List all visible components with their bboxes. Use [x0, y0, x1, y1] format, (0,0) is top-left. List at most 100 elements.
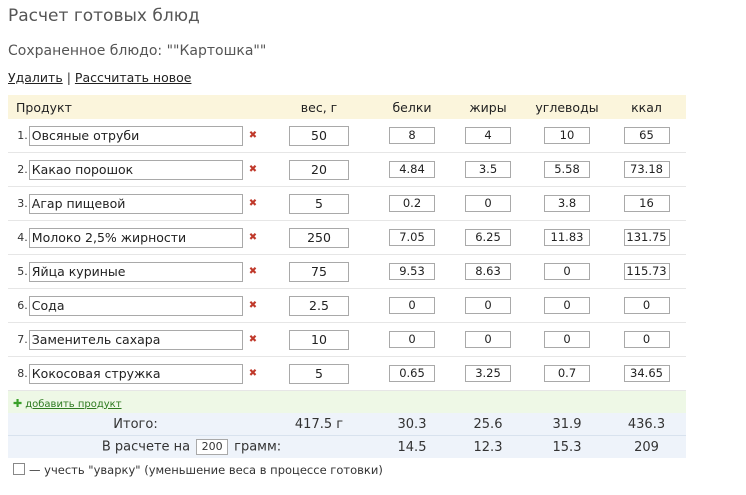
portion-label-after: грамм: — [234, 439, 282, 455]
table-row: 8. Кокосовая стружка ✖ 5 0.65 3.25 0.7 34.… — [8, 356, 686, 391]
boil-label: — учесть "уварку" (уменьшение веса в про… — [29, 463, 383, 477]
portion-grams-input[interactable]: 200 — [196, 439, 229, 455]
delete-x-icon[interactable]: ✖ — [249, 130, 257, 141]
weight-input[interactable]: 250 — [289, 227, 349, 248]
total-label: Итого: — [8, 413, 263, 436]
weight-input[interactable]: 10 — [289, 329, 349, 350]
add-product-row: ✚ добавить продукт — [8, 390, 686, 413]
total-carbs: 31.9 — [527, 413, 607, 436]
row-number: 2. — [17, 163, 28, 176]
header-kcal: ккал — [607, 95, 686, 119]
kcal-value: 131.75 — [623, 229, 670, 246]
fat-value: 8.63 — [465, 263, 511, 280]
table-row: 2. Какао порошок ✖ 20 4.84 3.5 5.58 73.18 — [8, 152, 686, 187]
header-fat: жиры — [449, 95, 527, 119]
product-name-input[interactable]: Молоко 2,5% жирности — [28, 227, 243, 248]
row-number: 7. — [17, 333, 28, 346]
plus-icon[interactable]: ✚ — [13, 397, 22, 410]
weight-input[interactable]: 20 — [289, 159, 349, 180]
row-number: 1. — [17, 129, 28, 142]
new-calc-link[interactable]: Рассчитать новое — [75, 70, 192, 85]
header-protein: белки — [375, 95, 449, 119]
portion-fat: 12.3 — [449, 435, 527, 458]
carbs-value: 10 — [544, 127, 590, 144]
product-name-input[interactable]: Яйца куриные — [28, 261, 243, 282]
portion-row: В расчете на 200 грамм: 14.5 12.3 15.3 209 — [8, 435, 686, 458]
carbs-value: 0.7 — [544, 365, 590, 382]
protein-value: 0 — [389, 297, 435, 314]
carbs-value: 0 — [544, 263, 590, 280]
table-header: Продукт вес, г белки жиры углеводы ккал — [8, 95, 686, 119]
boil-checkbox[interactable] — [13, 463, 25, 475]
calc-table: Продукт вес, г белки жиры углеводы ккал … — [8, 95, 686, 458]
product-name-input[interactable]: Кокосовая стружка — [28, 363, 243, 384]
product-name-input[interactable]: Овсяные отруби — [28, 125, 243, 146]
product-name-input[interactable]: Агар пищевой — [28, 193, 243, 214]
weight-input[interactable]: 2.5 — [289, 295, 349, 316]
kcal-value: 0 — [623, 297, 670, 314]
delete-x-icon[interactable]: ✖ — [249, 198, 257, 209]
portion-protein: 14.5 — [375, 435, 449, 458]
product-name-input[interactable]: Сода — [28, 295, 243, 316]
weight-input[interactable]: 50 — [289, 125, 349, 146]
product-name-input[interactable]: Заменитель сахара — [28, 329, 243, 350]
protein-value: 8 — [389, 127, 435, 144]
saved-dish-label: Сохраненное блюдо: ""Картошка"" — [8, 43, 267, 59]
total-kcal: 436.3 — [607, 413, 686, 436]
delete-x-icon[interactable]: ✖ — [249, 266, 257, 277]
row-number: 5. — [17, 265, 28, 278]
row-number: 3. — [17, 197, 28, 210]
portion-carbs: 15.3 — [527, 435, 607, 458]
fat-value: 4 — [465, 127, 511, 144]
protein-value: 0.65 — [389, 365, 435, 382]
table-row: 7. Заменитель сахара ✖ 10 0 0 0 0 — [8, 322, 686, 357]
carbs-value: 0 — [544, 331, 590, 348]
total-fat: 25.6 — [449, 413, 527, 436]
protein-value: 0.2 — [389, 195, 435, 212]
carbs-value: 3.8 — [544, 195, 590, 212]
delete-x-icon[interactable]: ✖ — [249, 334, 257, 345]
delete-link[interactable]: Удалить — [8, 70, 63, 85]
kcal-value: 73.18 — [623, 161, 670, 178]
kcal-value: 0 — [623, 331, 670, 348]
delete-x-icon[interactable]: ✖ — [249, 232, 257, 243]
protein-value: 7.05 — [389, 229, 435, 246]
kcal-value: 65 — [623, 127, 670, 144]
kcal-value: 34.65 — [623, 365, 670, 382]
kcal-value: 115.73 — [623, 263, 670, 280]
fat-value: 0 — [465, 297, 511, 314]
row-number: 4. — [17, 231, 28, 244]
protein-value: 4.84 — [389, 161, 435, 178]
row-number: 8. — [17, 367, 28, 380]
weight-input[interactable]: 5 — [289, 363, 349, 384]
total-row: Итого: 417.5 г 30.3 25.6 31.9 436.3 — [8, 413, 686, 436]
table-row: 3. Агар пищевой ✖ 5 0.2 0 3.8 16 — [8, 186, 686, 221]
weight-input[interactable]: 75 — [289, 261, 349, 282]
action-links: Удалить | Рассчитать новое — [8, 70, 191, 85]
delete-x-icon[interactable]: ✖ — [249, 300, 257, 311]
header-weight: вес, г — [263, 95, 375, 119]
fat-value: 0 — [465, 331, 511, 348]
separator: | — [66, 70, 71, 85]
portion-kcal: 209 — [607, 435, 686, 458]
table-row: 4. Молоко 2,5% жирности ✖ 250 7.05 6.25 11… — [8, 220, 686, 255]
fat-value: 3.25 — [465, 365, 511, 382]
product-name-input[interactable]: Какао порошок — [28, 159, 243, 180]
delete-x-icon[interactable]: ✖ — [249, 164, 257, 175]
kcal-value: 16 — [623, 195, 670, 212]
header-product: Продукт — [8, 95, 263, 119]
carbs-value: 5.58 — [544, 161, 590, 178]
header-carbs: углеводы — [527, 95, 607, 119]
page-title: Расчет готовых блюд — [8, 6, 200, 26]
total-protein: 30.3 — [375, 413, 449, 436]
protein-value: 9.53 — [389, 263, 435, 280]
boil-option: — учесть "уварку" (уменьшение веса в про… — [13, 463, 383, 477]
table-row: 5. Яйца куриные ✖ 75 9.53 8.63 0 115.73 — [8, 254, 686, 289]
fat-value: 6.25 — [465, 229, 511, 246]
portion-label-before: В расчете на — [101, 439, 191, 455]
total-weight: 417.5 г — [263, 413, 375, 436]
add-product-link[interactable]: добавить продукт — [25, 399, 121, 410]
table-row: 6. Сода ✖ 2.5 0 0 0 0 — [8, 288, 686, 323]
delete-x-icon[interactable]: ✖ — [249, 368, 257, 379]
weight-input[interactable]: 5 — [289, 193, 349, 214]
